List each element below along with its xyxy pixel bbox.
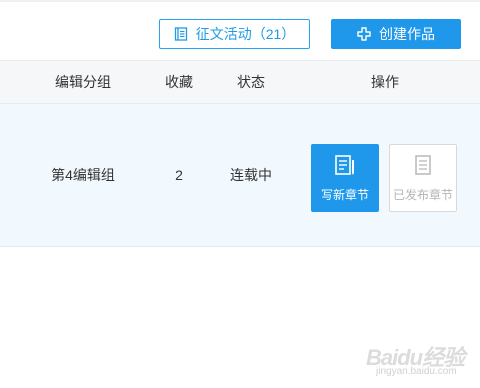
plus-icon [357,27,371,41]
published-chapters-label: 已发布章节 [392,187,453,202]
table-row: 第4编辑组 2 连载中 写新章节 已发布章节 [0,104,480,247]
header-status: 状态 [237,74,265,90]
write-new-chapter-label: 写新章节 [320,187,369,202]
contest-activity-label: 征文活动（21） [195,26,296,42]
cell-group: 第4编辑组 [51,167,115,183]
create-work-label: 创建作品 [379,26,435,42]
top-divider [0,0,480,2]
header-group: 编辑分组 [55,74,111,90]
table-header: 编辑分组 收藏 状态 操作 [0,60,480,104]
header-favorites: 收藏 [165,74,193,90]
edit-document-icon [334,154,356,178]
published-chapters-button[interactable]: 已发布章节 [389,144,457,212]
watermark: Baidu经验 jingyan.baidu.com [362,338,480,382]
book-icon [174,27,188,41]
write-new-chapter-button[interactable]: 写新章节 [311,144,379,212]
document-icon [413,154,433,178]
contest-activity-button[interactable]: 征文活动（21） [159,19,310,49]
create-work-button[interactable]: 创建作品 [331,19,461,49]
cell-status: 连载中 [230,167,272,183]
watermark-main: Baidu经验 [366,345,465,370]
header-actions: 操作 [371,74,399,90]
cell-favorites: 2 [175,167,183,183]
watermark-sub: jingyan.baidu.com [376,366,457,377]
